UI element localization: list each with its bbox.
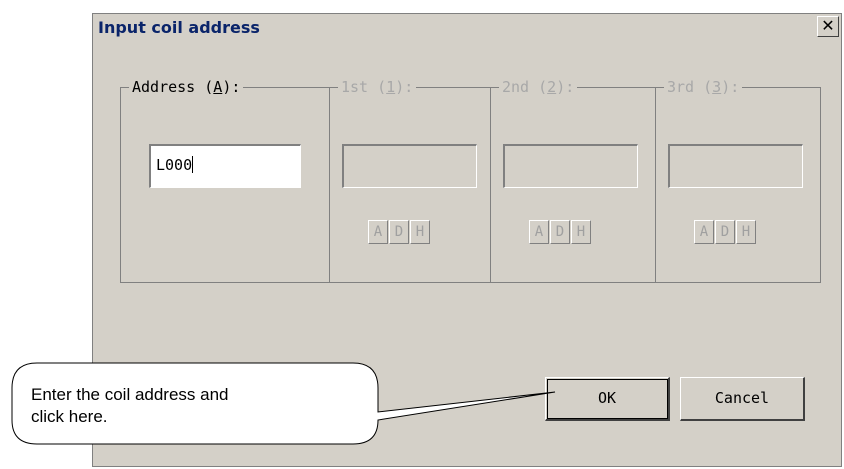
callout-line-1: Enter the coil address and <box>31 385 229 404</box>
callout-line-2: click here. <box>31 407 108 426</box>
callout-text: Enter the coil address and click here. <box>31 384 331 428</box>
